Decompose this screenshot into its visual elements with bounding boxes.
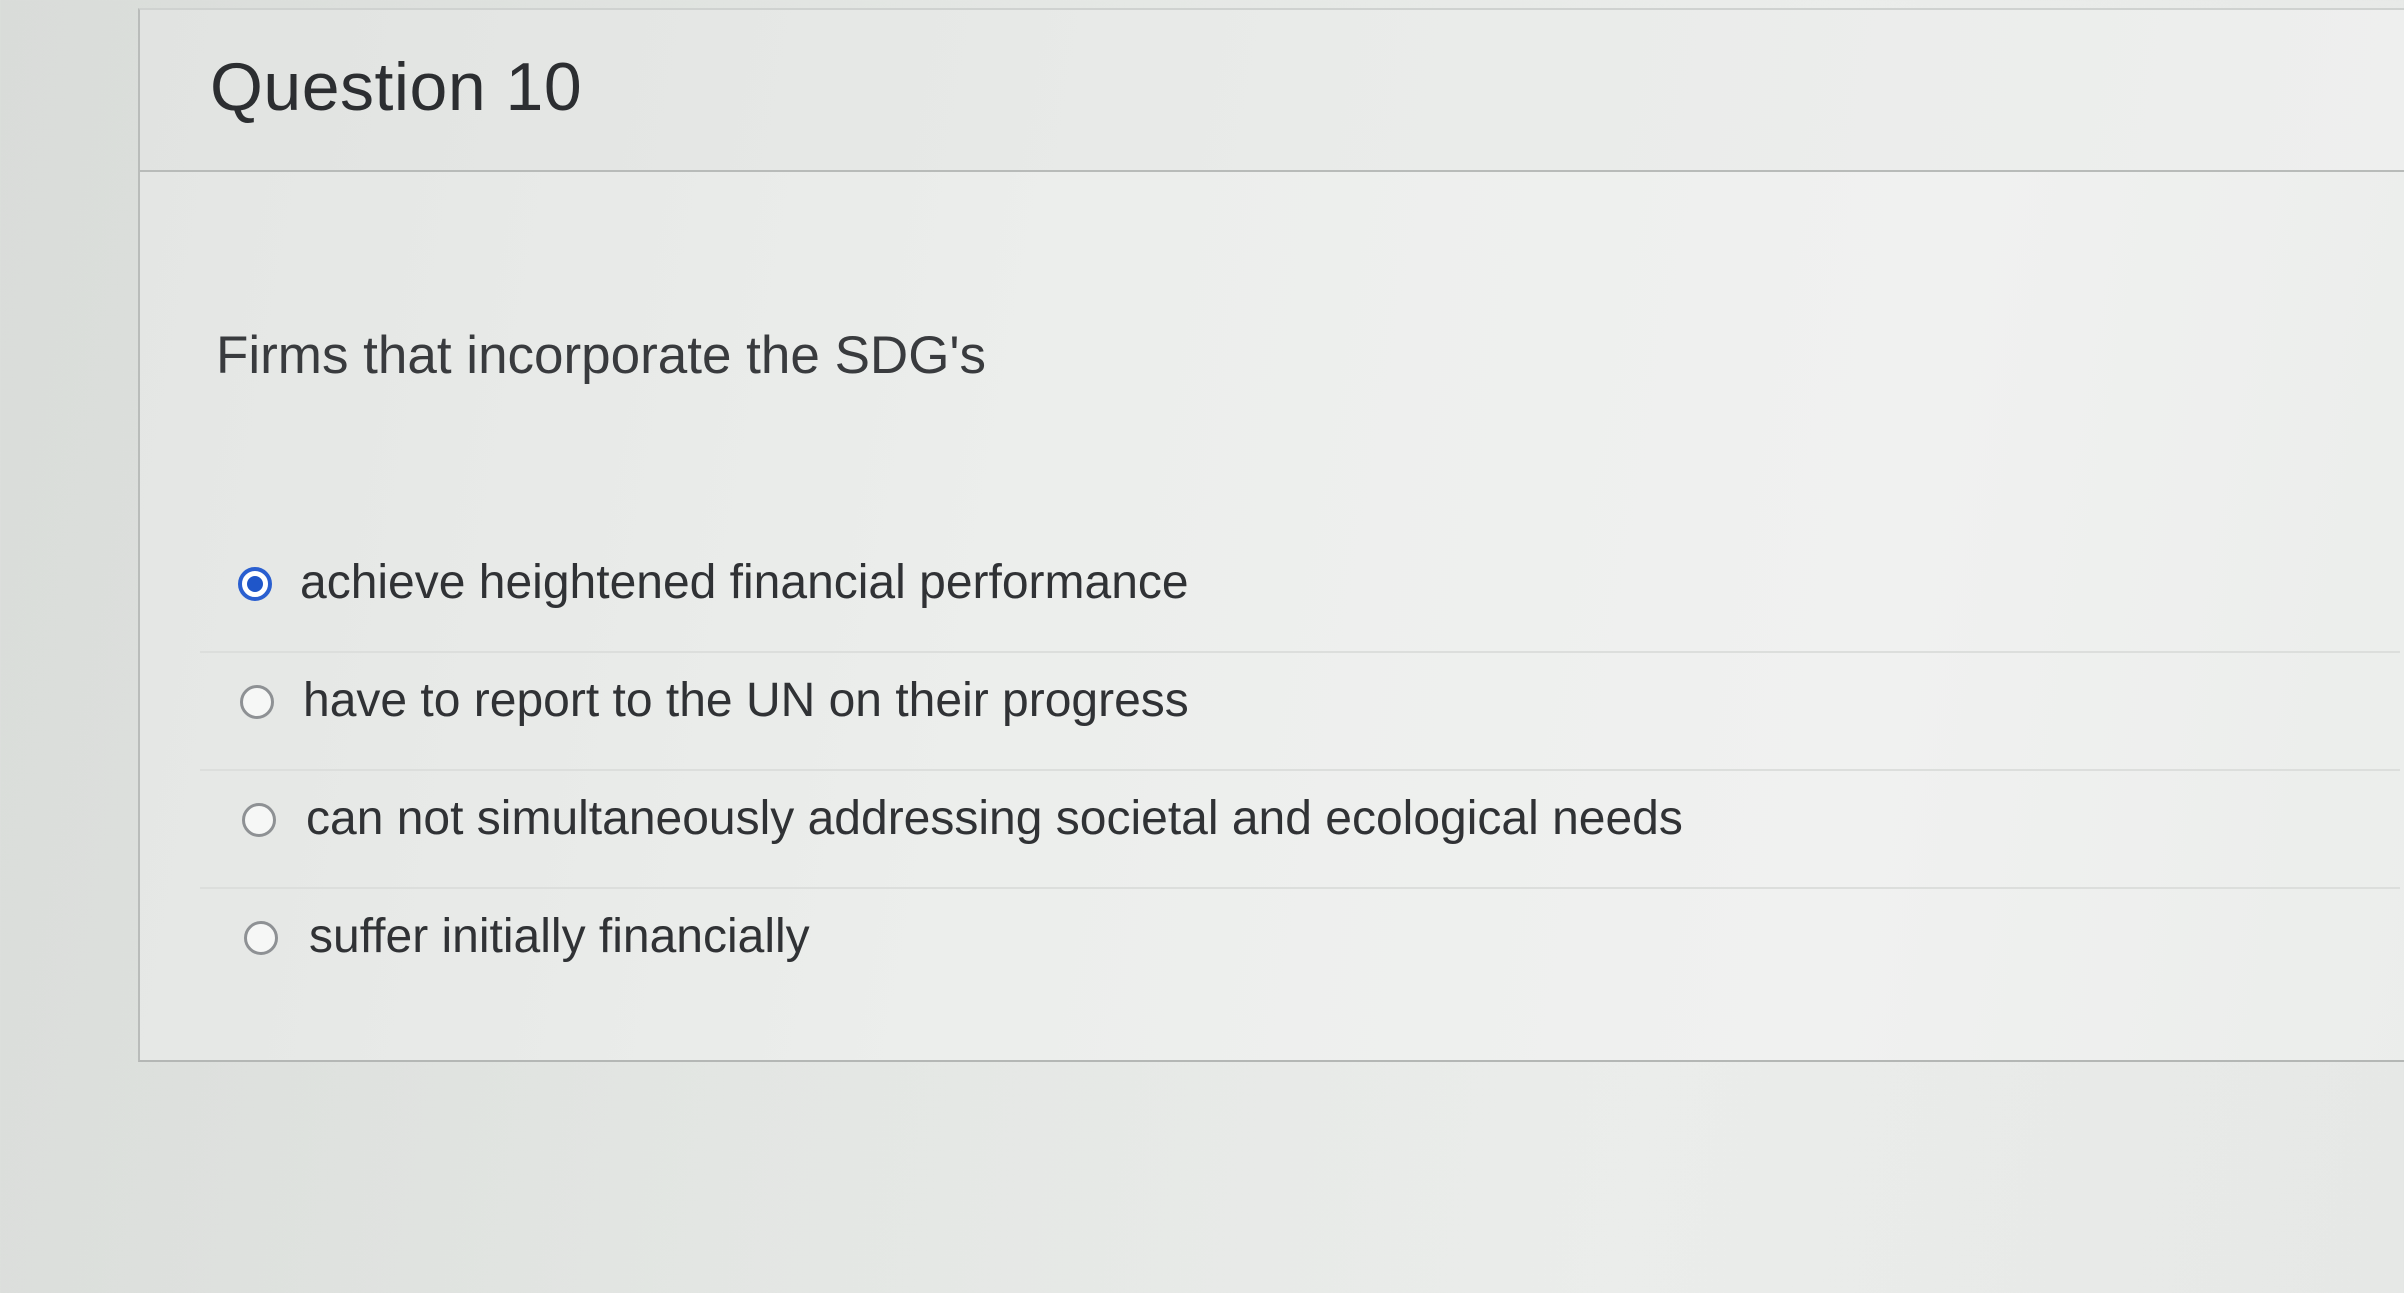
answer-label: can not simultaneously addressing societ… [306,792,1683,845]
answer-option-3[interactable]: can not simultaneously addressing societ… [200,769,2400,887]
answer-label: suffer initially financially [309,910,810,963]
answer-label: have to report to the UN on their progre… [303,674,1189,727]
radio-button[interactable] [242,803,276,837]
radio-button-selected[interactable] [238,567,272,601]
radio-button[interactable] [244,921,278,955]
answer-label: achieve heightened financial performance [300,556,1189,609]
answer-option-4[interactable]: suffer initially financially [200,887,2400,1005]
radio-button[interactable] [240,685,274,719]
question-prompt: Firms that incorporate the SDG's [216,326,987,385]
question-title: Question 10 [210,49,583,125]
answer-option-1[interactable]: achieve heightened financial performance [200,535,2400,651]
question-card: Question 10 Firms that incorporate the S… [138,8,2404,1062]
answer-option-2[interactable]: have to report to the UN on their progre… [200,651,2400,769]
question-header: Question 10 [140,10,2404,172]
answer-options: achieve heightened financial performance… [200,535,2400,1005]
